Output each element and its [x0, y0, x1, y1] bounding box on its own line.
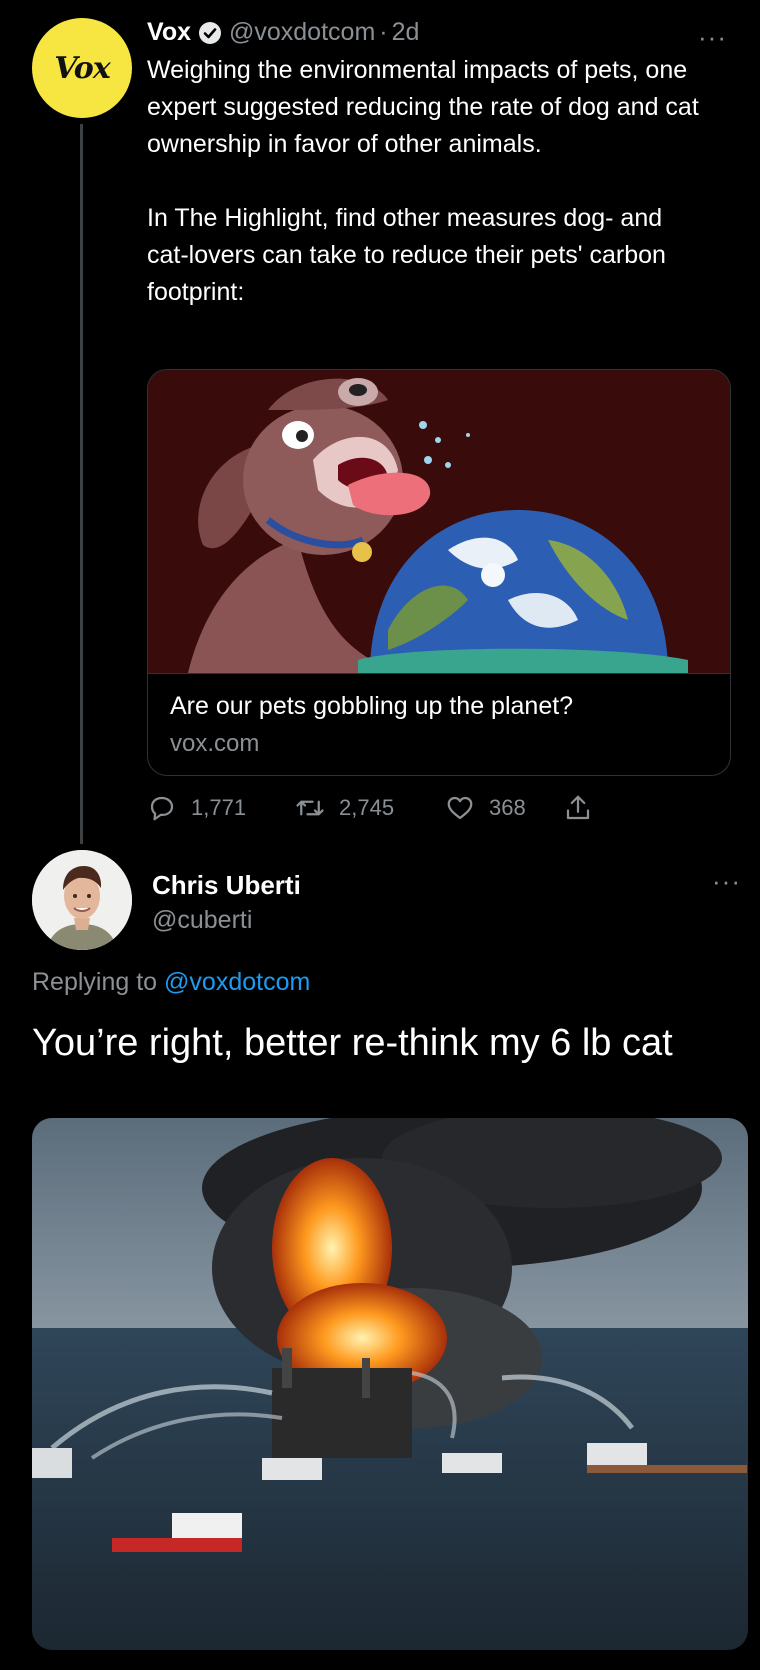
reply-text: You’re right, better re-think my 6 lb ca…: [32, 1022, 673, 1064]
share-icon: [566, 795, 590, 820]
more-icon[interactable]: ···: [698, 24, 727, 50]
reply-count: 1,771: [191, 795, 247, 820]
link-card[interactable]: Are our pets gobbling up the planet? vox…: [147, 369, 731, 776]
vox-avatar[interactable]: Vox: [32, 18, 132, 118]
retweet-count: 2,745: [339, 795, 395, 820]
reply-button[interactable]: 1,771: [147, 793, 295, 823]
replying-to-label: Replying to: [32, 968, 165, 996]
tweet-text-paragraph: Weighing the environmental impacts of pe…: [147, 56, 699, 158]
oil-rig-fire-photo: [32, 1118, 748, 1650]
tweet-text-paragraph: In The Highlight, find other measures do…: [147, 204, 666, 306]
retweet-icon: [296, 800, 324, 816]
heart-icon: [447, 796, 473, 820]
replying-to-handle[interactable]: @voxdotcom: [164, 968, 310, 996]
vox-logo-text: Vox: [54, 50, 110, 86]
reply-author-name[interactable]: Chris Uberti: [152, 870, 301, 901]
like-button[interactable]: 368: [445, 793, 563, 823]
reply-author-handle[interactable]: @cuberti: [152, 906, 252, 935]
verified-badge-icon: [199, 21, 221, 44]
tweet-header: Vox @voxdotcom · 2d: [147, 18, 419, 47]
more-icon[interactable]: ···: [712, 868, 741, 894]
share-button[interactable]: [563, 793, 607, 823]
thread-line: [80, 124, 83, 844]
author-handle[interactable]: @voxdotcom: [229, 18, 375, 47]
replying-to: Replying to @voxdotcom: [32, 968, 310, 997]
like-count: 368: [489, 795, 526, 820]
tweet-actions: 1,771 2,745 368: [147, 793, 607, 823]
retweet-button[interactable]: 2,745: [295, 793, 445, 823]
tweet-text: Weighing the environmental impacts of pe…: [147, 52, 707, 311]
time-separator: ·: [379, 18, 388, 46]
reply-icon: [150, 796, 174, 821]
dog-earth-illustration: [148, 370, 730, 673]
reply-photo[interactable]: [32, 1118, 748, 1650]
card-title: Are our pets gobbling up the planet?: [170, 692, 574, 720]
card-image: [148, 370, 730, 674]
author-name[interactable]: Vox: [147, 18, 191, 47]
card-domain: vox.com: [170, 730, 260, 757]
avatar-photo: [32, 850, 132, 950]
tweet-time[interactable]: 2d: [392, 18, 420, 47]
chris-avatar[interactable]: [32, 850, 132, 950]
